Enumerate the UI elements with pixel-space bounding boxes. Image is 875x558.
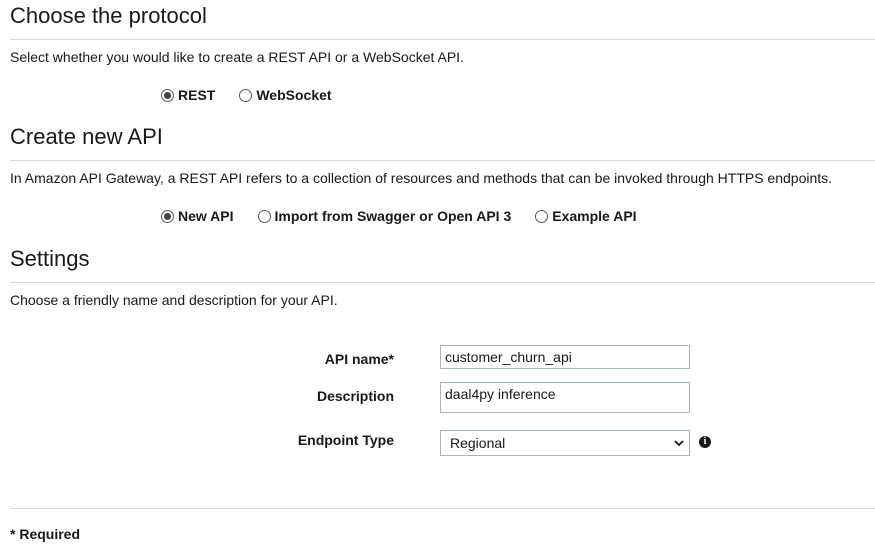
create-option-import-swagger[interactable]: Import from Swagger or Open API 3 (257, 208, 512, 224)
create-option-example-api[interactable]: Example API (535, 208, 637, 224)
endpoint-type-select[interactable]: Regional (440, 430, 690, 456)
radio-websocket[interactable] (239, 88, 253, 102)
create-api-description: In Amazon API Gateway, a REST API refers… (10, 170, 833, 186)
create-option-import-swagger-label: Import from Swagger or Open API 3 (274, 208, 512, 224)
protocol-option-websocket-label: WebSocket (256, 87, 332, 103)
settings-description: Choose a friendly name and description f… (10, 292, 338, 308)
create-option-example-api-label: Example API (552, 208, 637, 224)
chevron-down-icon (674, 438, 684, 448)
protocol-description: Select whether you would like to create … (10, 49, 464, 65)
footer-divider (10, 508, 875, 509)
radio-new-api[interactable] (161, 209, 174, 223)
protocol-divider (10, 39, 875, 40)
api-name-label: API name* (324, 351, 394, 367)
radio-import-swagger[interactable] (257, 209, 271, 223)
settings-section-title: Settings (10, 246, 90, 271)
protocol-option-rest[interactable]: REST (161, 87, 215, 103)
create-option-new-api-label: New API (178, 208, 234, 224)
radio-example-api[interactable] (535, 209, 549, 223)
protocol-section-title: Choose the protocol (10, 3, 207, 28)
protocol-radio-group: REST WebSocket (161, 87, 332, 103)
endpoint-type-label: Endpoint Type (297, 432, 394, 448)
create-api-section-title: Create new API (10, 124, 163, 149)
create-api-divider (10, 160, 875, 161)
protocol-option-websocket[interactable]: WebSocket (239, 87, 332, 103)
radio-rest[interactable] (161, 88, 174, 102)
description-label: Description (316, 388, 394, 404)
api-name-input[interactable] (440, 345, 690, 369)
required-note: * Required (10, 526, 81, 542)
settings-divider (10, 282, 875, 283)
endpoint-type-selected-value: Regional (450, 435, 506, 451)
create-api-radio-group: New API Import from Swagger or Open API … (161, 208, 637, 224)
protocol-option-rest-label: REST (178, 87, 216, 103)
info-icon[interactable]: i (699, 436, 711, 448)
create-option-new-api[interactable]: New API (161, 208, 234, 224)
description-textarea[interactable]: daal4py inference (440, 382, 690, 413)
